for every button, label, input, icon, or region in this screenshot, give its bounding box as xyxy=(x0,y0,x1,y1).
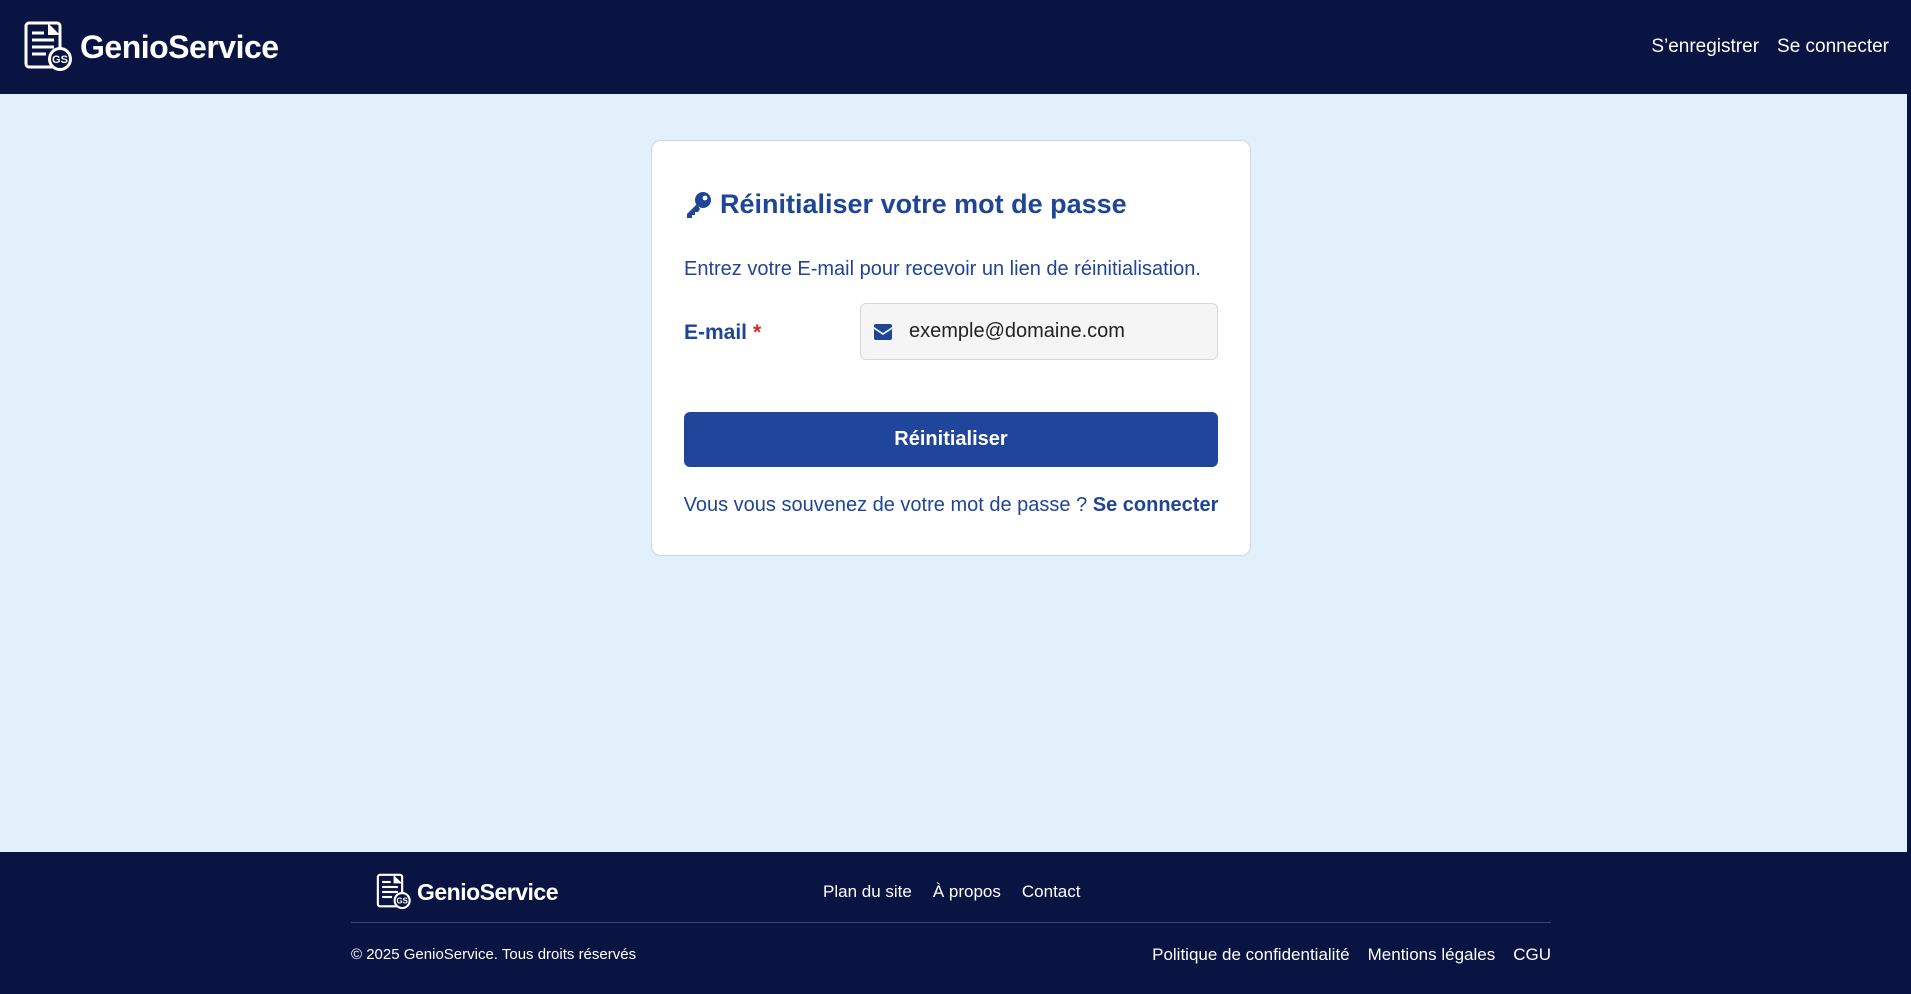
footer-link-privacy[interactable]: Politique de confidentialité xyxy=(1152,945,1350,965)
email-input[interactable] xyxy=(909,320,1209,343)
card-title-text: Réinitialiser votre mot de passe xyxy=(720,189,1127,219)
remember-password-text: Vous vous souvenez de votre mot de passe… xyxy=(652,494,1250,517)
card-title: Réinitialiser votre mot de passe xyxy=(684,189,1127,220)
login-link-card[interactable]: Se connecter xyxy=(1093,494,1219,516)
brand-name: GenioService xyxy=(80,28,279,65)
document-gear-logo-icon: GS xyxy=(24,21,72,71)
required-mark: * xyxy=(753,321,762,344)
legal-nav: Politique de confidentialité Mentions lé… xyxy=(1152,945,1551,965)
remember-question: Vous vous souvenez de votre mot de passe… xyxy=(683,494,1088,516)
email-label-text: E-mail xyxy=(684,321,748,344)
brand-logo[interactable]: GS GenioService xyxy=(22,19,279,75)
register-link[interactable]: S’enregistrer xyxy=(1651,36,1759,58)
footer-link-about[interactable]: À propos xyxy=(933,882,1001,902)
footer-logo[interactable]: GS GenioService xyxy=(375,872,559,912)
email-label: E-mail * xyxy=(684,321,761,345)
email-input-group[interactable] xyxy=(860,303,1218,360)
top-header: GS GenioService S’enregistrer Se connect… xyxy=(0,0,1907,94)
footer-brand-name: GenioService xyxy=(417,878,559,905)
footer-link-legal-notice[interactable]: Mentions légales xyxy=(1368,945,1496,965)
svg-text:GS: GS xyxy=(52,54,68,66)
footer-link-contact[interactable]: Contact xyxy=(1022,882,1081,902)
document-gear-logo-icon: GS xyxy=(376,873,411,910)
envelope-icon xyxy=(874,323,892,340)
footer-nav: Plan du site À propos Contact xyxy=(823,882,1080,902)
footer-link-sitemap[interactable]: Plan du site xyxy=(823,882,912,902)
reset-button[interactable]: Réinitialiser xyxy=(684,412,1218,467)
copyright: © 2025 GenioService. Tous droits réservé… xyxy=(351,946,637,963)
header-nav: S’enregistrer Se connecter xyxy=(1651,36,1889,58)
login-link[interactable]: Se connecter xyxy=(1777,36,1889,58)
scrollbar[interactable] xyxy=(1907,0,1911,994)
card-description: Entrez votre E-mail pour recevoir un lie… xyxy=(684,258,1201,280)
reset-password-card: Réinitialiser votre mot de passe Entrez … xyxy=(651,140,1251,556)
site-footer: GS GenioService Plan du site À propos Co… xyxy=(0,852,1907,994)
key-icon xyxy=(687,191,711,218)
footer-divider xyxy=(351,922,1551,923)
svg-text:GS: GS xyxy=(396,896,407,905)
footer-link-cgu[interactable]: CGU xyxy=(1513,945,1551,965)
